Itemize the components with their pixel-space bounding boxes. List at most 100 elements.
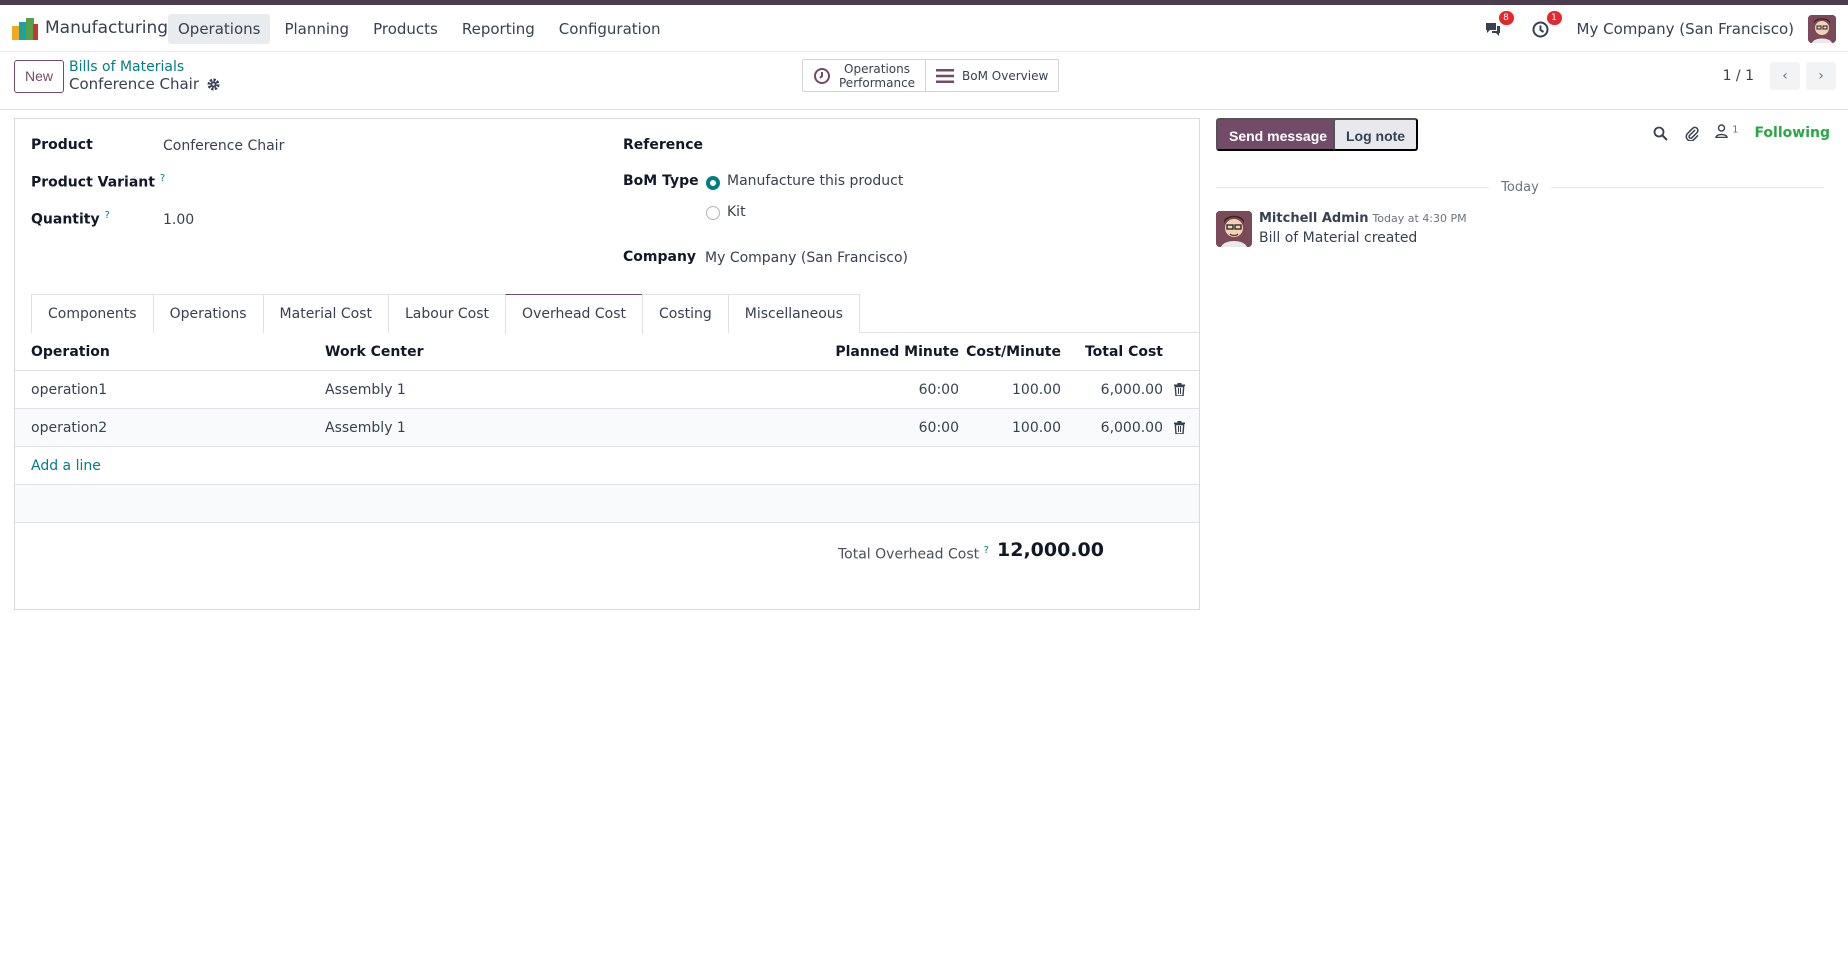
pager-previous-button[interactable]: ‹ xyxy=(1770,62,1800,90)
table-row[interactable]: operation1 Assembly 1 60:00 100.00 6,000… xyxy=(15,371,1199,409)
column-header-operation[interactable]: Operation xyxy=(31,344,110,360)
following-button[interactable]: Following xyxy=(1754,125,1830,141)
company-label: Company xyxy=(623,249,697,265)
separator-line xyxy=(1550,186,1825,188)
notebook-tabs: Components Operations Material Cost Labo… xyxy=(31,294,1199,334)
user-icon xyxy=(1714,124,1728,139)
operations-performance-label: Operations Performance xyxy=(839,61,916,90)
product-variant-field[interactable] xyxy=(163,173,583,193)
navbar-systray: 8 1 My Company (San Francisco) xyxy=(1481,11,1836,45)
column-header-planned-minute[interactable]: Planned Minute xyxy=(835,344,959,360)
tab-labour-cost[interactable]: Labour Cost xyxy=(388,294,507,333)
quantity-label: Quantity ? xyxy=(31,210,110,228)
work-center-cell: Assembly 1 xyxy=(325,419,406,436)
bom-type-kit-radio[interactable] xyxy=(706,206,720,220)
follower-count: 1 xyxy=(1732,124,1739,136)
chevron-right-icon: › xyxy=(1818,68,1824,84)
chevron-left-icon: ‹ xyxy=(1782,68,1788,84)
trash-icon[interactable] xyxy=(1174,383,1185,396)
help-tooltip-icon: ? xyxy=(104,210,110,221)
control-panel: New Bills of Materials Conference Chair … xyxy=(0,52,1848,110)
search-icon[interactable] xyxy=(1653,126,1668,141)
smart-buttons: Operations Performance BoM Overview xyxy=(802,59,1060,92)
table-footer-row xyxy=(15,485,1199,523)
menu-products[interactable]: Products xyxy=(363,14,448,44)
new-button[interactable]: New xyxy=(14,60,65,93)
gear-icon[interactable] xyxy=(207,78,220,91)
bom-type-label: BoM Type xyxy=(623,173,699,189)
paperclip-icon[interactable] xyxy=(1684,125,1699,141)
help-tooltip-icon: ? xyxy=(983,545,989,556)
total-cost-cell: 6,000.00 xyxy=(1100,419,1163,436)
cost-minute-cell: 100.00 xyxy=(1012,381,1061,398)
message-timestamp: Today at 4:30 PM xyxy=(1372,212,1467,225)
table-row[interactable]: operation2 Assembly 1 60:00 100.00 6,000… xyxy=(15,409,1199,447)
planned-minute-cell: 60:00 xyxy=(918,419,959,436)
operation-cell: operation2 xyxy=(31,419,108,436)
total-overhead-cost-value: 12,000.00 xyxy=(997,539,1104,561)
breadcrumb-bills-of-materials[interactable]: Bills of Materials xyxy=(69,59,184,75)
add-line-row: Add a line xyxy=(15,447,1199,485)
operations-performance-button[interactable]: Operations Performance xyxy=(803,60,925,91)
overhead-cost-table: Operation Work Center Planned Minute Cos… xyxy=(15,333,1199,523)
work-center-cell: Assembly 1 xyxy=(325,381,406,398)
activities-badge: 1 xyxy=(1546,11,1562,25)
menu-planning[interactable]: Planning xyxy=(274,14,359,44)
date-separator-label: Today xyxy=(1501,179,1539,195)
record-title: Conference Chair xyxy=(69,75,199,93)
menu-operations[interactable]: Operations xyxy=(168,14,271,44)
message-author[interactable]: Mitchell Admin Today at 4:30 PM xyxy=(1259,211,1467,226)
quantity-field[interactable]: 1.00 xyxy=(163,212,194,228)
tab-material-cost[interactable]: Material Cost xyxy=(262,294,389,333)
top-menu: Operations Planning Products Reporting C… xyxy=(168,14,671,44)
pager: 1 / 1 ‹ › xyxy=(1723,62,1836,90)
tab-costing[interactable]: Costing xyxy=(642,294,729,333)
user-avatar[interactable] xyxy=(1808,15,1836,43)
send-message-button[interactable]: Send message xyxy=(1216,118,1341,151)
add-a-line-link[interactable]: Add a line xyxy=(31,458,101,474)
bom-overview-button[interactable]: BoM Overview xyxy=(925,60,1058,91)
cost-minute-cell: 100.00 xyxy=(1012,419,1061,436)
column-header-work-center[interactable]: Work Center xyxy=(325,344,423,360)
bom-type-manufacture-label[interactable]: Manufacture this product xyxy=(727,173,903,189)
main-navbar: Manufacturing Operations Planning Produc… xyxy=(0,5,1848,52)
chatter-toolbar: 1 Following xyxy=(1653,124,1830,142)
company-switcher[interactable]: My Company (San Francisco) xyxy=(1577,20,1794,38)
bars-icon xyxy=(936,68,955,83)
product-label: Product xyxy=(31,137,93,153)
bom-type-manufacture-radio[interactable] xyxy=(706,176,720,190)
tab-overhead-cost[interactable]: Overhead Cost xyxy=(505,294,644,334)
date-separator: Today xyxy=(1216,178,1825,196)
operation-cell: operation1 xyxy=(31,381,108,398)
tab-operations[interactable]: Operations xyxy=(152,294,264,333)
column-header-cost-minute[interactable]: Cost/Minute xyxy=(966,344,1061,360)
product-variant-label: Product Variant ? xyxy=(31,173,166,191)
messages-icon[interactable]: 8 xyxy=(1481,11,1514,41)
pager-value[interactable]: 1 / 1 xyxy=(1723,68,1754,84)
log-note-button[interactable]: Log note xyxy=(1333,118,1419,151)
total-overhead-cost-label: Total Overhead Cost ? xyxy=(838,545,989,563)
app-name[interactable]: Manufacturing xyxy=(45,18,168,38)
table-header-row: Operation Work Center Planned Minute Cos… xyxy=(15,333,1199,371)
manufacturing-app-icon[interactable] xyxy=(12,18,38,40)
trash-icon[interactable] xyxy=(1174,421,1185,434)
menu-configuration[interactable]: Configuration xyxy=(549,14,671,44)
message-author-avatar[interactable] xyxy=(1216,211,1252,247)
tab-miscellaneous[interactable]: Miscellaneous xyxy=(727,294,860,333)
breadcrumb-current: Conference Chair xyxy=(69,75,220,93)
product-field[interactable]: Conference Chair xyxy=(163,138,284,154)
form-sheet: Product Conference Chair Product Variant… xyxy=(14,118,1200,610)
tab-components[interactable]: Components xyxy=(31,294,154,333)
menu-reporting[interactable]: Reporting xyxy=(452,14,545,44)
company-field[interactable]: My Company (San Francisco) xyxy=(705,250,908,266)
clock-icon xyxy=(814,67,830,84)
total-cost-cell: 6,000.00 xyxy=(1100,381,1163,398)
separator-line xyxy=(1216,186,1490,188)
messages-badge: 8 xyxy=(1498,11,1514,25)
reference-field[interactable] xyxy=(705,137,1175,157)
column-header-total-cost[interactable]: Total Cost xyxy=(1085,344,1163,360)
followers-button[interactable]: 1 xyxy=(1714,124,1739,142)
bom-type-kit-label[interactable]: Kit xyxy=(727,204,746,220)
pager-next-button[interactable]: › xyxy=(1806,62,1836,90)
activities-clock-icon[interactable]: 1 xyxy=(1529,11,1562,41)
